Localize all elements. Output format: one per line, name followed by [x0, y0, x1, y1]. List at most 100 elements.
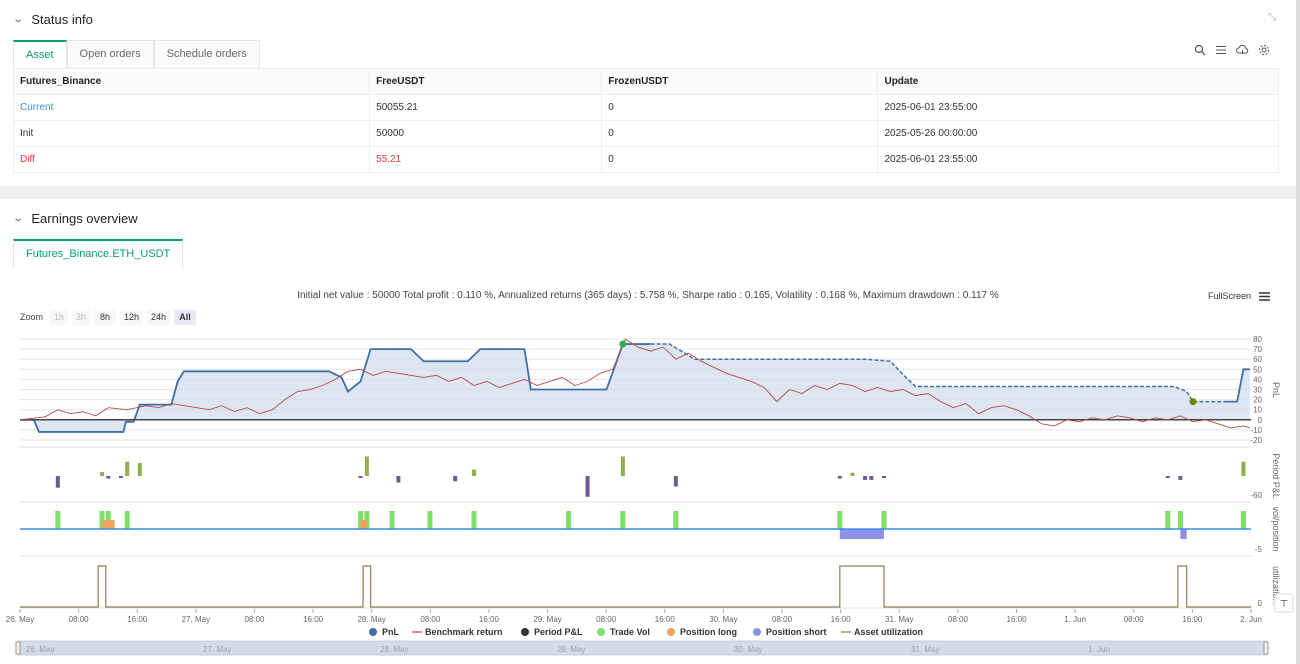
x-tick-label: 08:00: [772, 615, 793, 624]
period-pnl-bar: [850, 472, 855, 476]
navigator-handle-right[interactable]: [1263, 641, 1269, 655]
navigator-label: 27. May: [203, 645, 231, 654]
menu-icon[interactable]: [1259, 292, 1270, 301]
pnl-tick-label: 0: [1258, 416, 1263, 425]
zoom-option-8h[interactable]: 8h: [100, 312, 110, 322]
trade-vol-bar: [837, 511, 843, 529]
legend-item[interactable]: Asset utilization: [854, 627, 923, 637]
navigator-handle-left[interactable]: [15, 641, 21, 655]
trade-vol-bar: [471, 511, 477, 529]
pnl-tick-label: -10: [1250, 426, 1262, 435]
period-pnl-bar: [837, 476, 842, 479]
period-pnl-bar: [99, 472, 104, 476]
navigator-label: 30. May: [734, 645, 762, 654]
pnl-tick-label: 30: [1253, 386, 1262, 395]
trade-vol-bar: [566, 511, 572, 529]
period-pnl-bar: [55, 476, 60, 488]
period-pnl-bar: [869, 476, 874, 480]
pnl-tick-label: 70: [1253, 345, 1262, 354]
legend-item[interactable]: Trade Vol: [610, 627, 650, 637]
period-pnl-bar: [620, 456, 625, 476]
x-tick-label: 28. May: [357, 615, 385, 624]
navigator-label: 29. May: [557, 645, 585, 654]
pnl-tick-label: 60: [1253, 355, 1262, 364]
trade-vol-bar: [427, 511, 433, 529]
x-tick-label: 16:00: [127, 615, 148, 624]
x-tick-label: 30. May: [709, 615, 737, 624]
legend-item[interactable]: PnL: [382, 627, 400, 637]
period-pnl-bar: [358, 476, 363, 478]
period-pnl-bar: [364, 456, 369, 476]
period-pnl-bar: [1165, 476, 1170, 478]
navigator-label: 31. May: [911, 645, 939, 654]
period-pnl-bar: [585, 476, 590, 497]
trade-vol-bar: [1240, 511, 1246, 529]
legend-item[interactable]: Benchmark return: [425, 627, 503, 637]
pnl-marker: [1189, 398, 1197, 406]
asset-utilization-line: [20, 565, 1251, 608]
page-scrollbar[interactable]: [1296, 0, 1300, 664]
navigator-label: 28. May: [380, 645, 408, 654]
pnl-tick-label: 50: [1253, 365, 1262, 374]
x-tick-label: 27. May: [182, 615, 210, 624]
x-tick-label: 08:00: [420, 615, 441, 624]
position-short-bar: [1180, 529, 1187, 539]
legend-item[interactable]: Position long: [680, 627, 737, 637]
zoom-option-12h[interactable]: 12h: [124, 312, 139, 322]
x-tick-label: 16:00: [1182, 615, 1203, 624]
legend-item[interactable]: Position short: [766, 627, 827, 637]
zoom-option-1h[interactable]: 1h: [54, 312, 64, 322]
trade-vol-bar: [673, 511, 679, 529]
period-pnl-bar: [863, 476, 868, 480]
period-pnl-bar: [881, 476, 886, 478]
trade-vol-bar: [1165, 511, 1171, 529]
legend-swatch: [369, 628, 377, 636]
period-pnl-bar: [125, 461, 130, 476]
period-pnl-bar: [137, 463, 142, 476]
zoom-label: Zoom: [20, 312, 43, 322]
pnl-tick-label: 20: [1253, 396, 1262, 405]
x-tick-label: 29. May: [533, 615, 561, 624]
x-tick-label: 16:00: [1007, 615, 1028, 624]
navigator-label: 26. May: [26, 645, 54, 654]
vol-tick-label: -5: [1255, 545, 1263, 554]
legend-item[interactable]: Period P&L: [534, 627, 583, 637]
fullscreen-button[interactable]: FullScreen: [1208, 291, 1251, 301]
x-tick-label: 08:00: [596, 615, 617, 624]
position-long-bar: [360, 520, 367, 529]
period-tick-label: -60: [1250, 491, 1262, 500]
period-pnl-bar: [106, 476, 111, 479]
x-tick-label: 08:00: [948, 615, 969, 624]
trade-vol-bar: [389, 511, 395, 529]
pnl-tick-label: 40: [1253, 375, 1262, 384]
navigator-label: 1. Jun: [1088, 645, 1110, 654]
trade-vol-bar: [1177, 511, 1183, 529]
pnl-tick-label: 10: [1253, 406, 1262, 415]
x-tick-label: 08:00: [244, 615, 265, 624]
pnl-area: [20, 344, 1250, 432]
chart-summary: Initial net value : 50000 Total profit :…: [297, 290, 999, 301]
x-tick-label: 16:00: [655, 615, 676, 624]
vol-axis-label: vol/position: [1271, 506, 1281, 551]
period-axis-label: Period P&L: [1271, 453, 1281, 499]
zoom-option-24h[interactable]: 24h: [151, 312, 166, 322]
legend-swatch: [597, 628, 605, 636]
x-tick-label: 31. May: [885, 615, 913, 624]
x-tick-label: 26. May: [6, 615, 34, 624]
zoom-option-3h[interactable]: 3h: [76, 312, 86, 322]
period-pnl-bar: [396, 476, 401, 483]
position-long-bar: [101, 520, 115, 529]
trade-vol-bar: [881, 511, 887, 529]
util-tick-label: 0: [1258, 599, 1263, 608]
x-tick-label: 16:00: [479, 615, 500, 624]
x-tick-label: 2. Jun: [1240, 615, 1262, 624]
period-pnl-bar: [1178, 476, 1183, 480]
x-tick-label: 16:00: [831, 615, 852, 624]
zoom-option-All[interactable]: All: [179, 312, 191, 322]
position-short-bar: [839, 529, 884, 539]
legend-swatch: [667, 628, 675, 636]
x-tick-label: 16:00: [303, 615, 324, 624]
period-pnl-bar: [118, 476, 123, 478]
pnl-axis-label: PnL: [1271, 382, 1281, 398]
legend-swatch: [753, 628, 761, 636]
